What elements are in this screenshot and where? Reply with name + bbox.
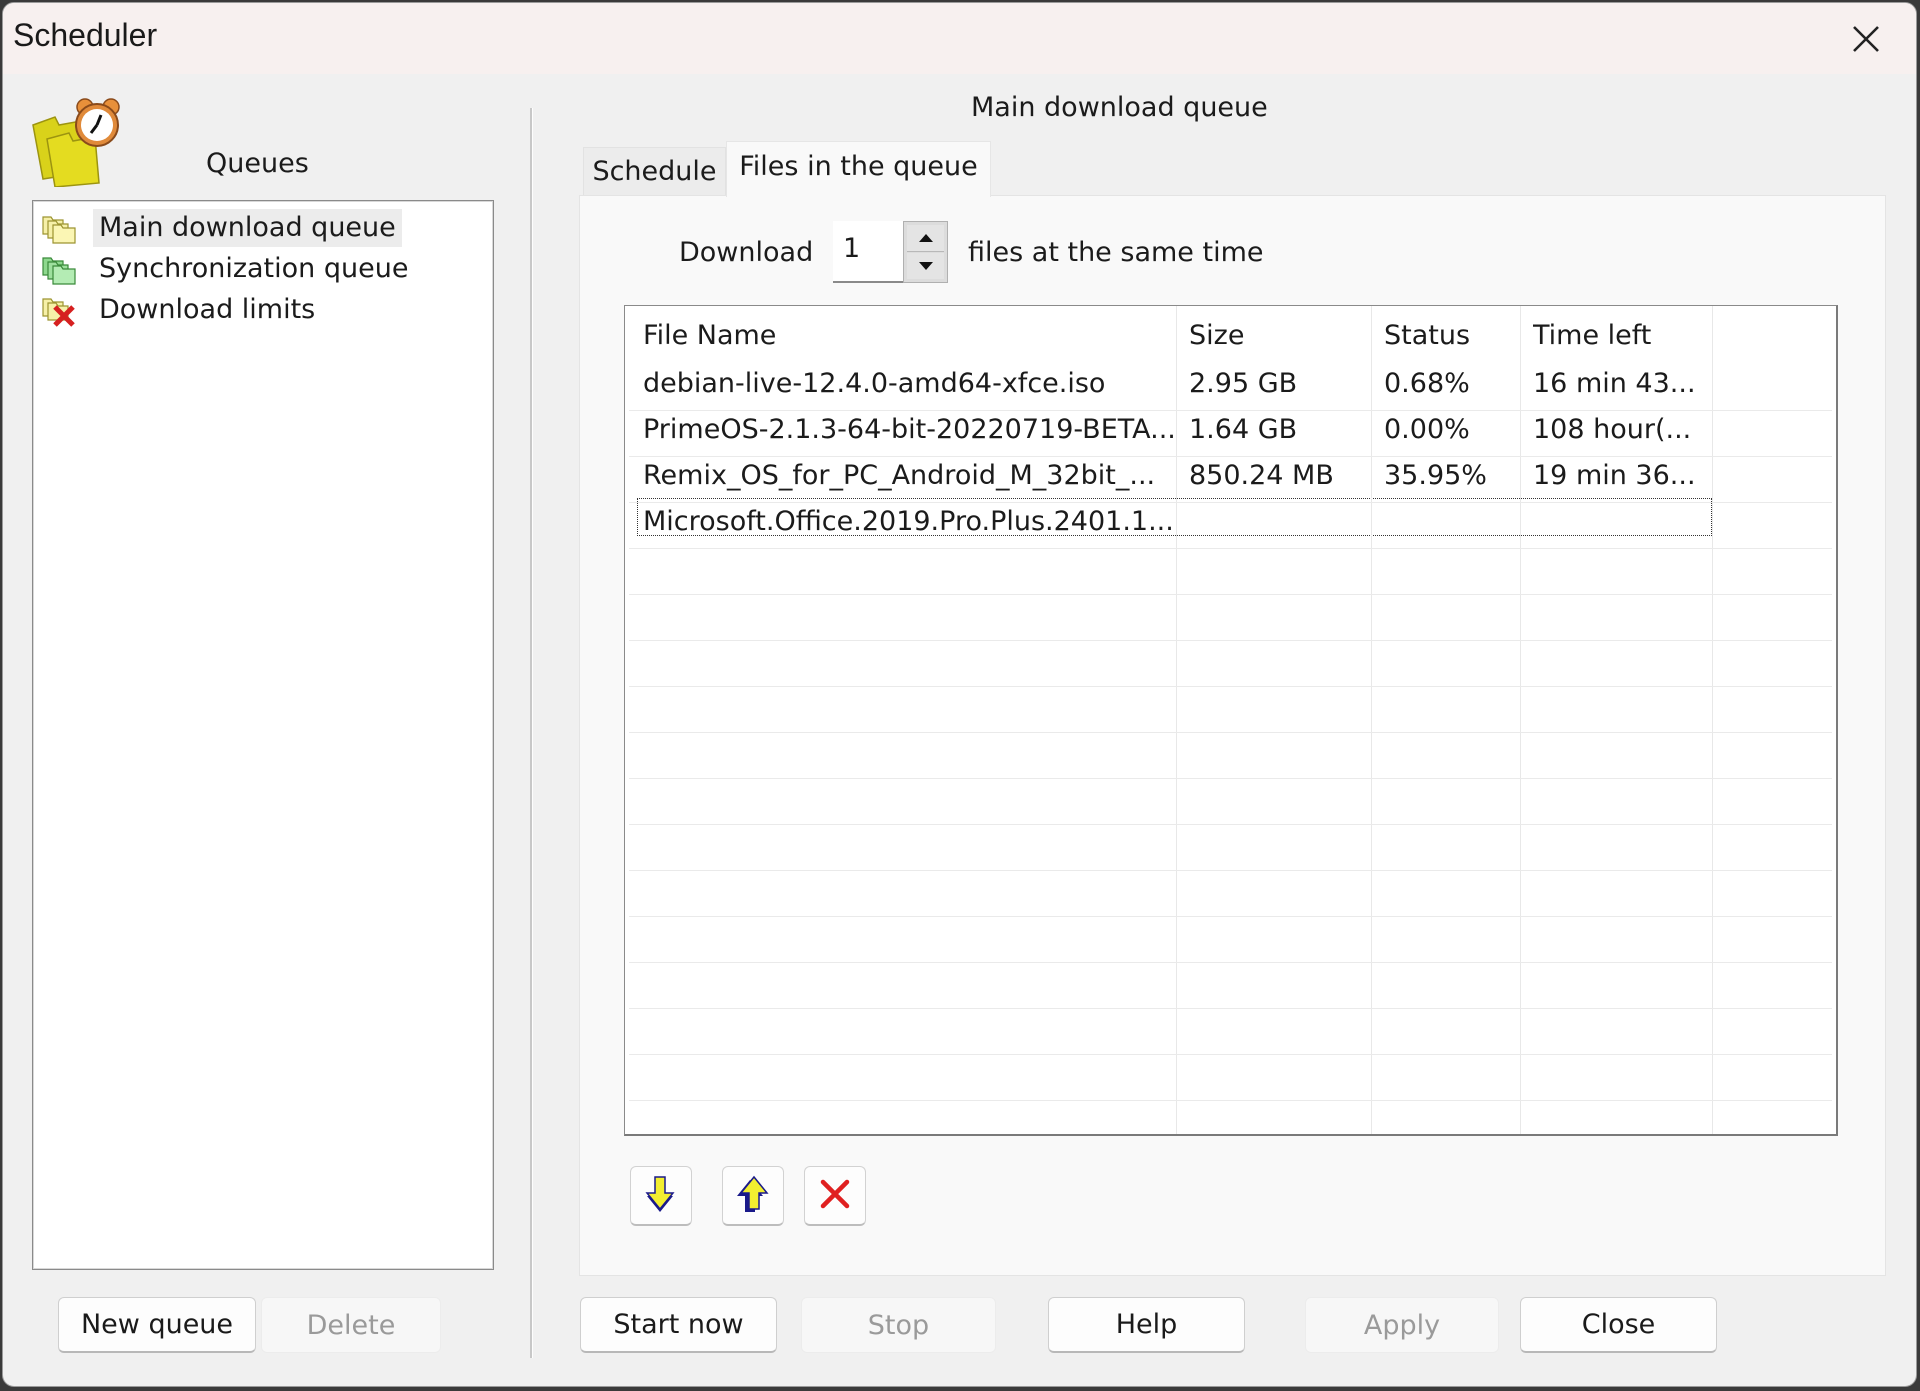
queue-item-label: Synchronization queue bbox=[99, 253, 409, 284]
table-row[interactable]: Remix_OS_for_PC_Android_M_32bit_... 850.2… bbox=[625, 452, 1836, 498]
delete-queue-button[interactable]: Delete bbox=[261, 1297, 441, 1353]
title-bar: Scheduler bbox=[3, 3, 1916, 74]
queue-item-download-limits[interactable]: Download limits bbox=[41, 291, 321, 329]
yellow-folders-icon bbox=[41, 211, 79, 245]
start-now-button[interactable]: Start now bbox=[580, 1297, 777, 1353]
cell-size: 2.95 GB bbox=[1189, 368, 1298, 399]
row-divider bbox=[629, 778, 1832, 779]
queue-item-main-download[interactable]: Main download queue bbox=[41, 209, 402, 247]
files-table[interactable]: File Name Size Status Time left debian-l… bbox=[624, 305, 1838, 1136]
cell-name: PrimeOS-2.1.3-64-bit-20220719-BETA... bbox=[643, 414, 1176, 445]
vertical-divider bbox=[530, 108, 533, 1358]
new-queue-button[interactable]: New queue bbox=[58, 1297, 256, 1353]
column-divider[interactable] bbox=[1520, 306, 1521, 1134]
row-divider bbox=[629, 1100, 1832, 1101]
yellow-arrow-down-icon bbox=[644, 1175, 678, 1217]
row-focus-indicator bbox=[637, 498, 1712, 536]
spin-down-icon[interactable] bbox=[907, 253, 944, 279]
column-header-file-name[interactable]: File Name bbox=[643, 320, 776, 351]
row-divider bbox=[629, 1054, 1832, 1055]
cell-size: 850.24 MB bbox=[1189, 460, 1334, 491]
window-title: Scheduler bbox=[13, 17, 158, 53]
row-divider bbox=[629, 640, 1832, 641]
column-header-time-left[interactable]: Time left bbox=[1533, 320, 1651, 351]
cell-time-left: 16 min 43... bbox=[1533, 368, 1696, 399]
queue-title: Main download queue bbox=[971, 92, 1268, 123]
row-divider bbox=[629, 502, 1832, 503]
cell-time-left: 108 hour(... bbox=[1533, 414, 1692, 445]
download-label: Download bbox=[679, 237, 814, 268]
cell-status: 0.68% bbox=[1384, 368, 1470, 399]
column-divider[interactable] bbox=[1176, 306, 1177, 1134]
apply-button[interactable]: Apply bbox=[1305, 1297, 1499, 1353]
move-up-button[interactable] bbox=[722, 1166, 784, 1226]
queue-item-synchronization[interactable]: Synchronization queue bbox=[41, 250, 414, 288]
column-divider[interactable] bbox=[1712, 306, 1713, 1134]
tab-schedule[interactable]: Schedule bbox=[583, 147, 726, 195]
row-divider bbox=[629, 686, 1832, 687]
concurrent-files-value[interactable]: 1 bbox=[843, 233, 860, 264]
move-down-button[interactable] bbox=[630, 1166, 692, 1226]
spin-up-icon[interactable] bbox=[907, 225, 944, 252]
close-button[interactable]: Close bbox=[1520, 1297, 1717, 1353]
column-divider[interactable] bbox=[1371, 306, 1372, 1134]
cell-name: debian-live-12.4.0-amd64-xfce.iso bbox=[643, 368, 1106, 399]
cell-status: 0.00% bbox=[1384, 414, 1470, 445]
row-divider bbox=[629, 870, 1832, 871]
row-divider bbox=[629, 916, 1832, 917]
table-row[interactable]: debian-live-12.4.0-amd64-xfce.iso 2.95 GB… bbox=[625, 360, 1836, 406]
red-x-icon bbox=[818, 1177, 852, 1215]
stop-button[interactable]: Stop bbox=[801, 1297, 996, 1353]
yellow-arrow-up-icon bbox=[736, 1175, 770, 1217]
table-row[interactable]: PrimeOS-2.1.3-64-bit-20220719-BETA... 1.6… bbox=[625, 406, 1836, 452]
row-divider bbox=[629, 962, 1832, 963]
row-divider bbox=[629, 824, 1832, 825]
cell-time-left: 19 min 36... bbox=[1533, 460, 1696, 491]
alarm-clock-folder-icon bbox=[29, 95, 125, 188]
help-button[interactable]: Help bbox=[1048, 1297, 1245, 1353]
row-divider bbox=[629, 1008, 1832, 1009]
queues-label: Queues bbox=[206, 148, 309, 179]
cell-name: Remix_OS_for_PC_Android_M_32bit_... bbox=[643, 460, 1156, 491]
stepper-buttons bbox=[903, 221, 948, 283]
remove-file-button[interactable] bbox=[804, 1166, 866, 1226]
row-divider bbox=[629, 410, 1832, 411]
queue-item-label: Main download queue bbox=[93, 209, 402, 247]
tab-files-in-queue[interactable]: Files in the queue bbox=[726, 141, 991, 197]
green-folders-icon bbox=[41, 252, 79, 286]
concurrent-files-stepper[interactable]: 1 bbox=[833, 221, 948, 283]
files-same-time-label: files at the same time bbox=[968, 237, 1264, 268]
column-header-status[interactable]: Status bbox=[1384, 320, 1470, 351]
row-divider bbox=[629, 456, 1832, 457]
close-icon[interactable] bbox=[1846, 19, 1886, 59]
row-divider bbox=[629, 732, 1832, 733]
queue-item-label: Download limits bbox=[99, 294, 316, 325]
row-divider bbox=[629, 594, 1832, 595]
cell-size: 1.64 GB bbox=[1189, 414, 1298, 445]
folders-red-x-icon bbox=[41, 293, 79, 327]
cell-status: 35.95% bbox=[1384, 460, 1487, 491]
table-row[interactable]: Microsoft.Office.2019.Pro.Plus.2401.1... bbox=[625, 498, 1836, 544]
row-divider bbox=[629, 548, 1832, 549]
scheduler-window: Scheduler Queues Main download queue Syn… bbox=[2, 2, 1917, 1387]
column-header-size[interactable]: Size bbox=[1189, 320, 1244, 351]
queue-list[interactable]: Main download queue Synchronization queu… bbox=[32, 200, 494, 1270]
